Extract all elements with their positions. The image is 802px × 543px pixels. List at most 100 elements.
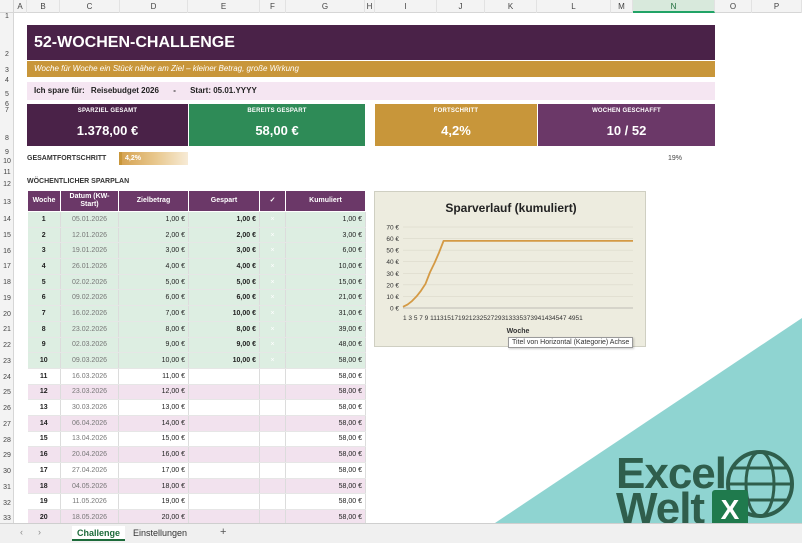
cell-zielbetrag[interactable]: 4,00 € bbox=[118, 258, 189, 275]
column-header-d[interactable]: D bbox=[120, 0, 188, 13]
cell-kumuliert[interactable]: 6,00 € bbox=[285, 242, 366, 260]
table-row[interactable]: 10 09.03.2026 10,00 €10,00 € × 58,00 € bbox=[27, 352, 366, 369]
tab-einstellungen[interactable]: Einstellungen bbox=[128, 526, 192, 541]
table-row[interactable]: 15 13.04.2026 15,00 € 58,00 € bbox=[27, 431, 366, 448]
cell-gespart[interactable]: 8,00 € bbox=[188, 321, 260, 338]
cell-kumuliert[interactable]: 15,00 € bbox=[285, 274, 366, 291]
column-header-kumuliert[interactable]: Kumuliert bbox=[285, 190, 366, 212]
table-row[interactable]: 3 19.01.2026 3,00 €3,00 € × 6,00 € bbox=[27, 242, 366, 260]
progress-right-value[interactable]: 19% bbox=[668, 155, 682, 162]
cell-kumuliert[interactable]: 58,00 € bbox=[285, 462, 366, 479]
row-header[interactable]: 1 bbox=[0, 13, 14, 20]
cell-woche[interactable]: 3 bbox=[27, 242, 61, 260]
cell-datum[interactable]: 04.05.2026 bbox=[60, 478, 119, 495]
cell-check[interactable] bbox=[259, 462, 286, 479]
cell-datum[interactable]: 11.05.2026 bbox=[60, 493, 119, 511]
cell-woche[interactable]: 5 bbox=[27, 274, 61, 291]
column-header-h[interactable]: H bbox=[365, 0, 375, 13]
cell-woche[interactable]: 4 bbox=[27, 258, 61, 275]
cell-check[interactable]: × bbox=[259, 274, 286, 291]
cell-woche[interactable]: 15 bbox=[27, 431, 61, 448]
cell-zielbetrag[interactable]: 5,00 € bbox=[118, 274, 189, 291]
row-header[interactable]: 5 bbox=[0, 91, 14, 98]
cell-datum[interactable]: 16.03.2026 bbox=[60, 368, 119, 385]
column-header-zielbetrag[interactable]: Zielbetrag bbox=[118, 190, 189, 212]
row-header[interactable]: 18 bbox=[0, 279, 14, 286]
row-header[interactable]: 20 bbox=[0, 311, 14, 318]
column-header-p[interactable]: P bbox=[752, 0, 802, 13]
cell-zielbetrag[interactable]: 11,00 € bbox=[118, 368, 189, 385]
page-title[interactable]: 52-WOCHEN-CHALLENGE bbox=[27, 25, 715, 60]
column-header-l[interactable]: L bbox=[537, 0, 611, 13]
row-header[interactable]: 28 bbox=[0, 437, 14, 444]
cell-gespart[interactable] bbox=[188, 415, 260, 432]
column-header-b[interactable]: B bbox=[27, 0, 60, 13]
row-header[interactable]: 17 bbox=[0, 263, 14, 270]
column-header-a[interactable]: A bbox=[14, 0, 27, 13]
select-all-corner[interactable] bbox=[0, 0, 14, 13]
cell-kumuliert[interactable]: 58,00 € bbox=[285, 431, 366, 448]
row-header[interactable]: 22 bbox=[0, 342, 14, 349]
cell-check[interactable] bbox=[259, 368, 286, 385]
cell-datum[interactable]: 20.04.2026 bbox=[60, 446, 119, 463]
cell-kumuliert[interactable]: 58,00 € bbox=[285, 399, 366, 416]
cell-datum[interactable]: 02.02.2026 bbox=[60, 274, 119, 291]
table-row[interactable]: 7 16.02.2026 7,00 €10,00 € × 31,00 € bbox=[27, 305, 366, 322]
cell-woche[interactable]: 19 bbox=[27, 493, 61, 511]
row-header[interactable]: 13 bbox=[0, 199, 14, 206]
cell-woche[interactable]: 17 bbox=[27, 462, 61, 479]
cell-datum[interactable]: 09.02.2026 bbox=[60, 289, 119, 307]
column-header-c[interactable]: C bbox=[60, 0, 120, 13]
cell-kumuliert[interactable]: 3,00 € bbox=[285, 227, 366, 244]
row-header[interactable]: 25 bbox=[0, 389, 14, 396]
row-header[interactable]: 3 bbox=[0, 67, 14, 74]
row-header[interactable]: 23 bbox=[0, 358, 14, 365]
cell-zielbetrag[interactable]: 10,00 € bbox=[118, 352, 189, 369]
row-header[interactable]: 8 bbox=[0, 135, 14, 142]
table-row[interactable]: 8 23.02.2026 8,00 €8,00 € × 39,00 € bbox=[27, 321, 366, 338]
column-header-k[interactable]: K bbox=[485, 0, 537, 13]
cell-woche[interactable]: 14 bbox=[27, 415, 61, 432]
cell-kumuliert[interactable]: 58,00 € bbox=[285, 478, 366, 495]
row-header[interactable]: 10 bbox=[0, 158, 14, 165]
cell-gespart[interactable] bbox=[188, 478, 260, 495]
cell-check[interactable] bbox=[259, 446, 286, 463]
cell-datum[interactable]: 27.04.2026 bbox=[60, 462, 119, 479]
table-row[interactable]: 2 12.01.2026 2,00 €2,00 € × 3,00 € bbox=[27, 227, 366, 244]
table-row[interactable]: 12 23.03.2026 12,00 € 58,00 € bbox=[27, 384, 366, 401]
row-header[interactable]: 19 bbox=[0, 295, 14, 302]
page-subtitle[interactable]: Woche für Woche ein Stück näher am Ziel … bbox=[27, 61, 715, 77]
tab-challenge[interactable]: Challenge bbox=[72, 526, 126, 541]
table-row[interactable]: 17 27.04.2026 17,00 € 58,00 € bbox=[27, 462, 366, 479]
row-header[interactable]: 27 bbox=[0, 421, 14, 428]
column-header-g[interactable]: G bbox=[286, 0, 365, 13]
cell-kumuliert[interactable]: 48,00 € bbox=[285, 337, 366, 354]
cell-gespart[interactable] bbox=[188, 431, 260, 448]
column-header-j[interactable]: J bbox=[437, 0, 485, 13]
cell-woche[interactable]: 18 bbox=[27, 478, 61, 495]
cell-gespart[interactable]: 5,00 € bbox=[188, 274, 260, 291]
cell-kumuliert[interactable]: 10,00 € bbox=[285, 258, 366, 275]
section-title[interactable]: WÖCHENTLICHER SPARPLAN bbox=[27, 178, 129, 185]
cell-datum[interactable]: 06.04.2026 bbox=[60, 415, 119, 432]
cell-woche[interactable]: 7 bbox=[27, 305, 61, 322]
cell-zielbetrag[interactable]: 7,00 € bbox=[118, 305, 189, 322]
cell-check[interactable]: × bbox=[259, 352, 286, 369]
table-row[interactable]: 6 09.02.2026 6,00 €6,00 € × 21,00 € bbox=[27, 289, 366, 307]
cell-datum[interactable]: 12.01.2026 bbox=[60, 227, 119, 244]
row-header[interactable]: 32 bbox=[0, 500, 14, 507]
cell-check[interactable]: × bbox=[259, 258, 286, 275]
progress-label[interactable]: GESAMTFORTSCHRITT bbox=[27, 155, 106, 162]
table-row[interactable]: 19 11.05.2026 19,00 € 58,00 € bbox=[27, 493, 366, 511]
cell-zielbetrag[interactable]: 9,00 € bbox=[118, 337, 189, 354]
column-header-o[interactable]: O bbox=[715, 0, 752, 13]
column-header-check[interactable]: ✓ bbox=[259, 190, 286, 212]
row-header[interactable]: 21 bbox=[0, 326, 14, 333]
cell-woche[interactable]: 1 bbox=[27, 211, 61, 228]
kpi-gespart-card[interactable]: BEREITS GESPART 58,00 € bbox=[189, 104, 365, 146]
cell-datum[interactable]: 13.04.2026 bbox=[60, 431, 119, 448]
cell-check[interactable]: × bbox=[259, 289, 286, 307]
table-row[interactable]: 9 02.03.2026 9,00 €9,00 € × 48,00 € bbox=[27, 337, 366, 354]
cell-check[interactable]: × bbox=[259, 211, 286, 228]
table-row[interactable]: 18 04.05.2026 18,00 € 58,00 € bbox=[27, 478, 366, 495]
